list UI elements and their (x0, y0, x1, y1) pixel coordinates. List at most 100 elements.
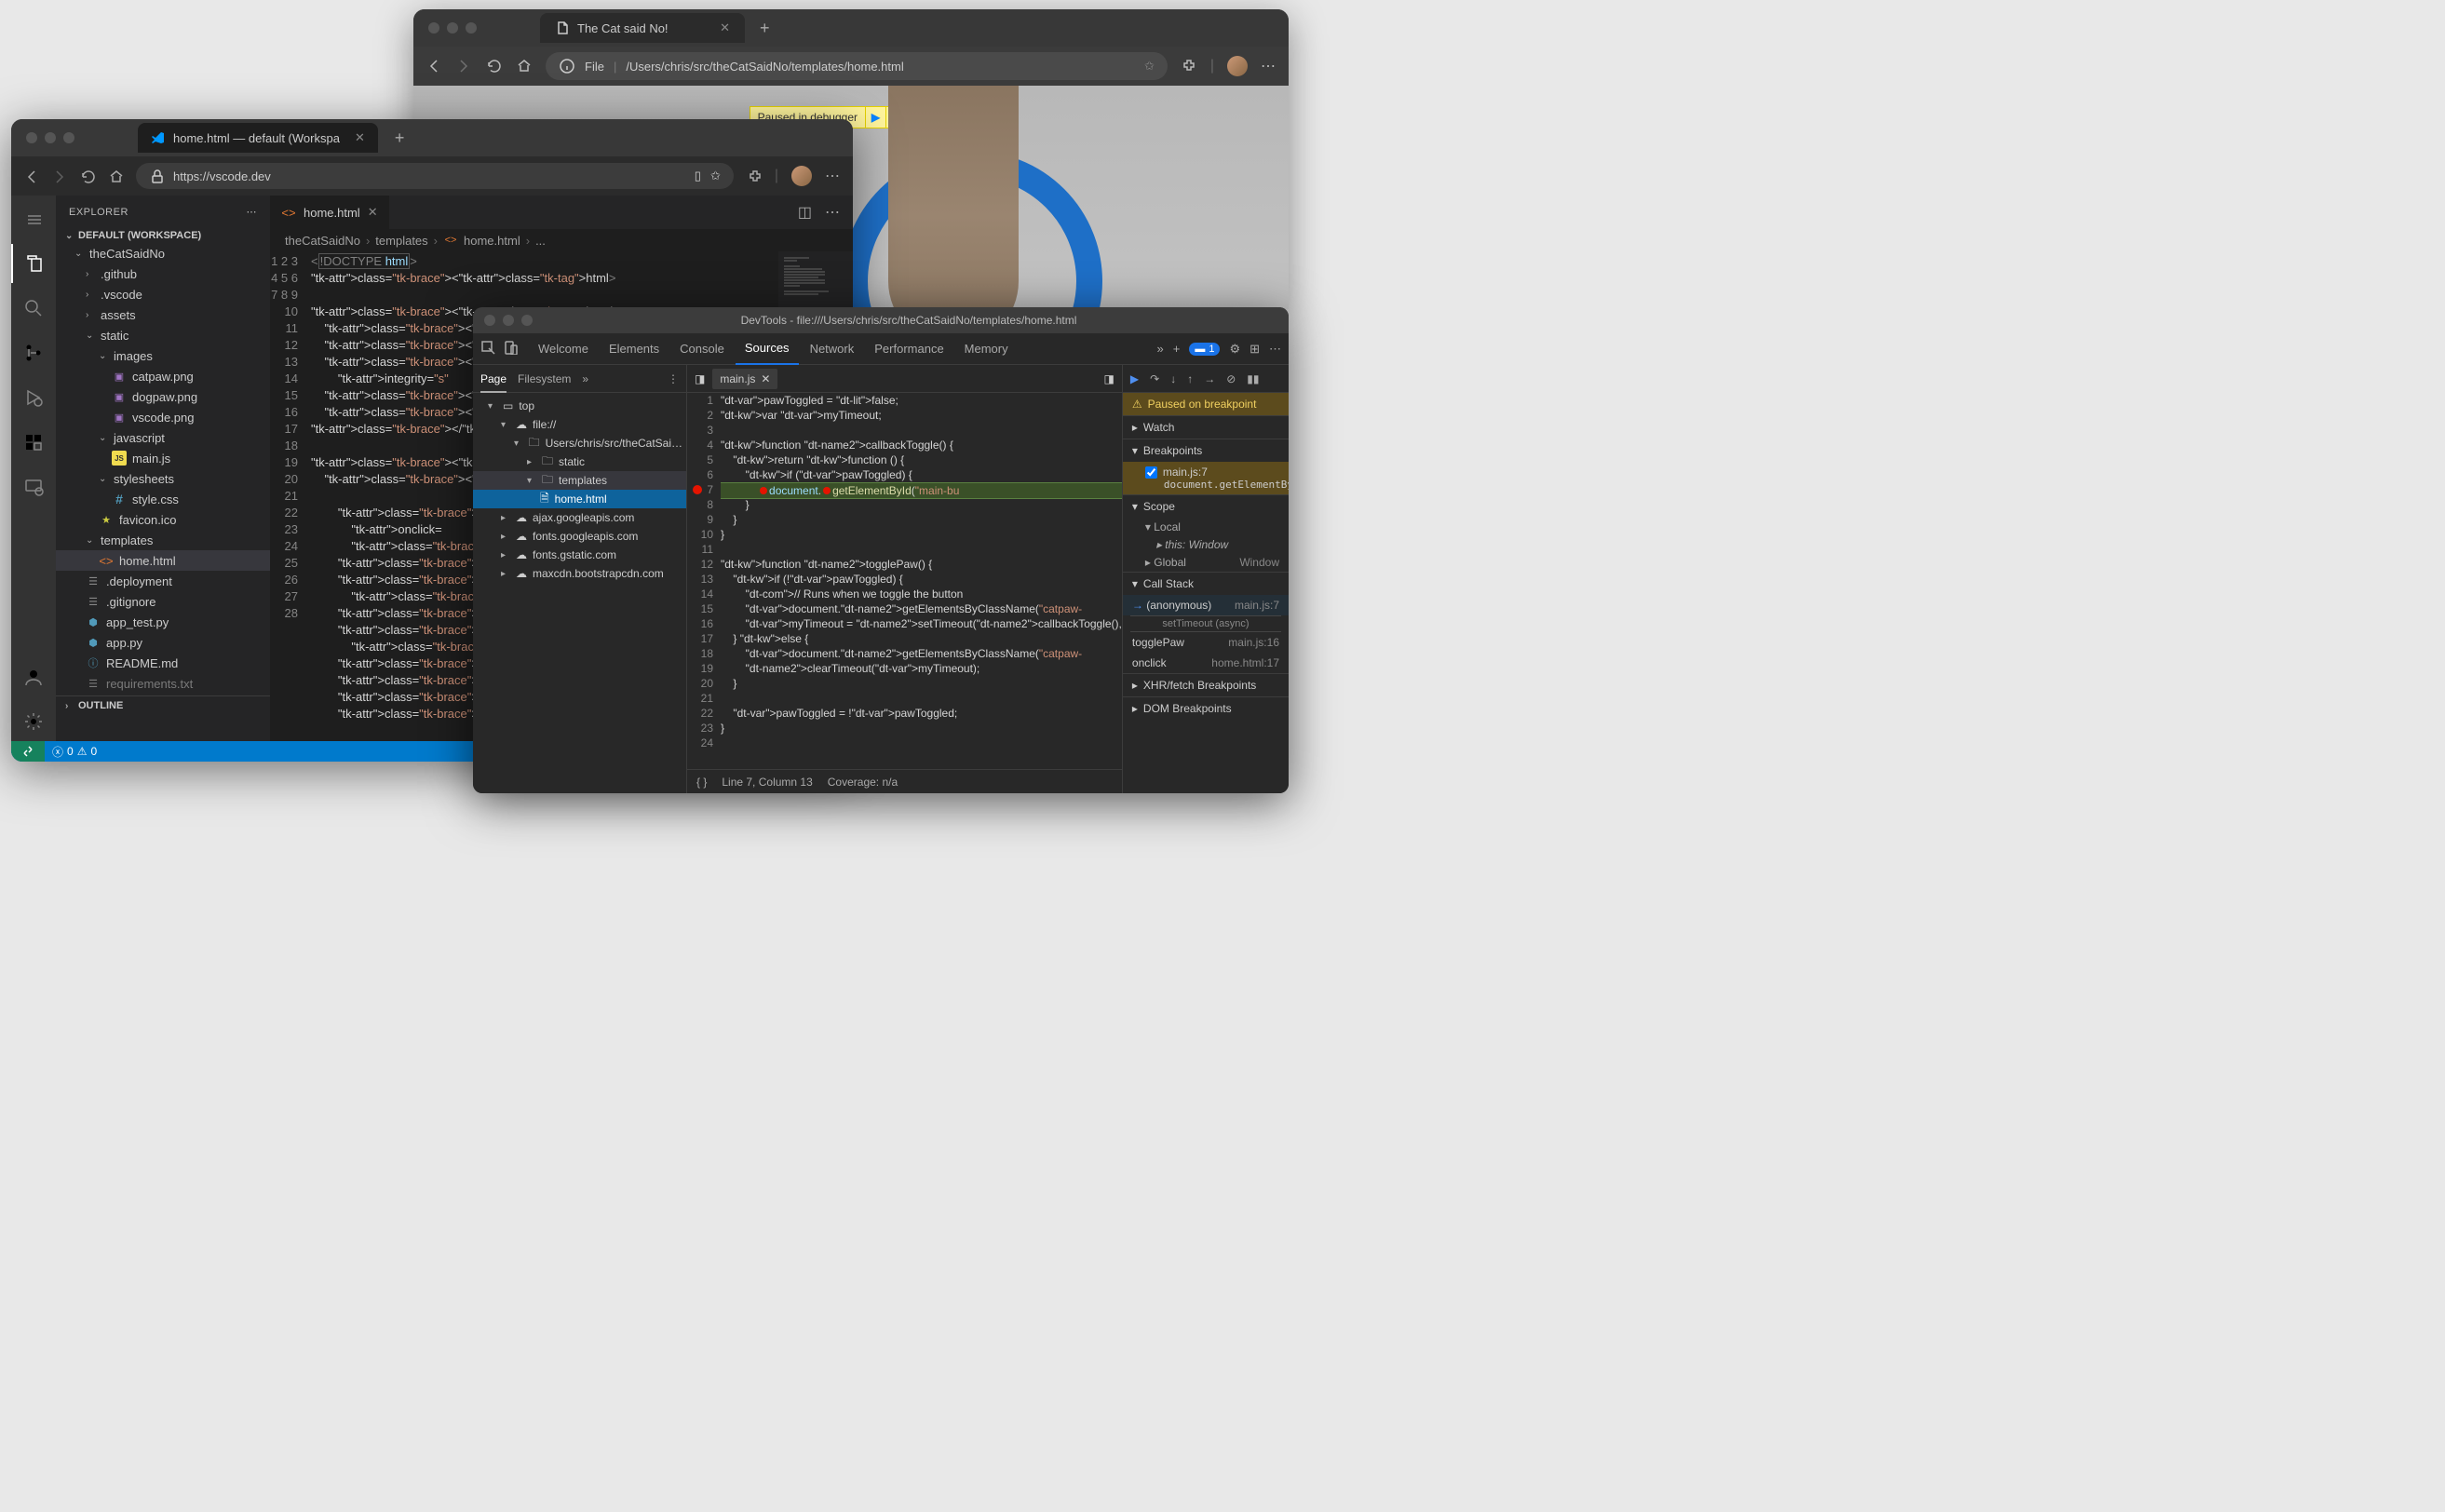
resume-button[interactable]: ▶ (865, 107, 885, 128)
account-icon[interactable] (11, 657, 56, 696)
toggle-icon[interactable]: ◨ (1104, 372, 1114, 385)
run-debug-icon[interactable] (11, 378, 56, 417)
tree-file[interactable]: ▣vscode.png (56, 407, 270, 427)
more-icon[interactable]: ⋯ (825, 203, 840, 222)
traffic-close[interactable] (428, 22, 439, 34)
traffic-close[interactable] (484, 315, 495, 326)
tree-file[interactable]: ▣dogpaw.png (56, 386, 270, 407)
tab-sources[interactable]: Sources (736, 333, 799, 365)
tree-folder[interactable]: ⌄images (56, 345, 270, 366)
traffic-zoom[interactable] (466, 22, 477, 34)
tree-folder[interactable]: ▸🗀static (473, 452, 686, 471)
pause-exceptions-icon[interactable]: ▮▮ (1247, 372, 1259, 385)
step-into-icon[interactable]: ↓ (1170, 372, 1176, 385)
tree-folder[interactable]: ⌄templates (56, 530, 270, 550)
split-icon[interactable]: ◫ (798, 203, 812, 222)
reader-icon[interactable]: ▯ (695, 169, 701, 183)
tree-file[interactable]: ☰.deployment (56, 571, 270, 591)
inspect-icon[interactable] (480, 340, 495, 358)
more-icon[interactable]: ⋯ (825, 167, 840, 185)
breadcrumb-item[interactable]: ... (535, 234, 546, 248)
breadcrumb-item[interactable]: templates (375, 234, 427, 248)
tree-folder[interactable]: ⌄theCatSaidNo (56, 243, 270, 263)
forward-icon[interactable] (456, 58, 473, 74)
editor-tab[interactable]: <> home.html ✕ (270, 196, 390, 229)
remote-explorer-icon[interactable] (11, 467, 56, 506)
close-icon[interactable]: ✕ (720, 20, 730, 35)
device-icon[interactable] (503, 340, 518, 358)
tree-file[interactable]: ☰requirements.txt (56, 673, 270, 694)
tree-folder[interactable]: ›.github (56, 263, 270, 284)
scope-section[interactable]: ▾Scope (1123, 494, 1289, 518)
tree-file-selected[interactable]: <>home.html (56, 550, 270, 571)
extensions-icon[interactable] (747, 169, 762, 183)
deactivate-bp-icon[interactable]: ⊘ (1226, 372, 1236, 385)
subtab-filesystem[interactable]: Filesystem (518, 372, 571, 385)
breadcrumb[interactable]: theCatSaidNo› templates› <> home.html› .… (270, 229, 853, 251)
tree-folder[interactable]: ▾🗀Users/chris/src/theCatSaidNo (473, 434, 686, 452)
back-icon[interactable] (24, 169, 39, 183)
traffic-zoom[interactable] (63, 132, 74, 143)
more-icon[interactable]: ⋯ (1269, 342, 1281, 357)
forward-icon[interactable] (52, 169, 67, 183)
address-bar[interactable]: File | /Users/chris/src/theCatSaidNo/tem… (546, 52, 1168, 80)
chevron-icon[interactable]: » (582, 372, 588, 385)
step-icon[interactable]: → (1204, 372, 1215, 385)
close-icon[interactable]: ✕ (761, 372, 770, 385)
traffic-close[interactable] (26, 132, 37, 143)
tree-folder[interactable]: ⌄javascript (56, 427, 270, 448)
traffic-minimize[interactable] (45, 132, 56, 143)
more-icon[interactable]: ⋯ (1261, 57, 1276, 75)
breakpoints-section[interactable]: ▾Breakpoints (1123, 439, 1289, 462)
source-code[interactable]: 123456789101112131415161718192021222324 … (687, 393, 1122, 769)
home-icon[interactable] (516, 58, 533, 74)
new-tab-button[interactable]: + (760, 19, 770, 38)
tree-folder[interactable]: ⌄stylesheets (56, 468, 270, 489)
callstack-section[interactable]: ▾Call Stack (1123, 572, 1289, 595)
more-icon[interactable]: ⋮ (668, 372, 679, 385)
tab-console[interactable]: Console (670, 333, 734, 365)
watch-section[interactable]: ▸Watch (1123, 415, 1289, 439)
refresh-icon[interactable] (486, 58, 503, 74)
subtab-page[interactable]: Page (480, 372, 507, 393)
breadcrumb-item[interactable]: theCatSaidNo (285, 234, 360, 248)
scope-global[interactable]: ▸ GlobalWindow (1123, 553, 1289, 572)
breadcrumb-item[interactable]: home.html (464, 234, 520, 248)
dock-icon[interactable]: ◨ (695, 372, 705, 385)
tree-file[interactable]: ▣catpaw.png (56, 366, 270, 386)
step-over-icon[interactable]: ↷ (1150, 372, 1159, 385)
tree-file[interactable]: ☰.gitignore (56, 591, 270, 612)
dom-section[interactable]: ▸DOM Breakpoints (1123, 696, 1289, 720)
refresh-icon[interactable] (80, 169, 95, 183)
close-icon[interactable]: ✕ (368, 205, 378, 220)
xhr-section[interactable]: ▸XHR/fetch Breakpoints (1123, 673, 1289, 696)
scope-this[interactable]: ▸ this: Window (1123, 536, 1289, 553)
tab-performance[interactable]: Performance (865, 333, 952, 365)
resume-icon[interactable]: ▶ (1130, 372, 1139, 385)
outline-section[interactable]: ›OUTLINE (56, 695, 270, 713)
workspace-section[interactable]: ⌄DEFAULT (WORKSPACE) (56, 228, 270, 243)
tree-origin[interactable]: ▸☁fonts.googleapis.com (473, 527, 686, 546)
extensions-icon[interactable] (1181, 58, 1197, 74)
explorer-icon[interactable] (11, 244, 56, 283)
traffic-minimize[interactable] (503, 315, 514, 326)
plus-icon[interactable]: + (1173, 342, 1181, 356)
breakpoint-item[interactable]: main.js:7 document.getElementById(... (1123, 462, 1289, 494)
tree-file[interactable]: ★favicon.ico (56, 509, 270, 530)
traffic-zoom[interactable] (521, 315, 533, 326)
extensions-view-icon[interactable] (11, 423, 56, 462)
browser-tab[interactable]: The Cat said No! ✕ (540, 13, 745, 43)
new-tab-button[interactable]: + (395, 128, 405, 148)
tree-folder[interactable]: ⌄static (56, 325, 270, 345)
search-icon[interactable] (11, 289, 56, 328)
pretty-print-icon[interactable]: { } (696, 776, 707, 789)
tab-network[interactable]: Network (801, 333, 864, 365)
tree-file-selected[interactable]: 🗎home.html (473, 490, 686, 508)
tree-origin[interactable]: ▸☁fonts.gstatic.com (473, 546, 686, 564)
step-out-icon[interactable]: ↑ (1187, 372, 1193, 385)
tree-top[interactable]: ▾▭top (473, 397, 686, 415)
remote-indicator[interactable] (11, 741, 45, 762)
more-icon[interactable]: ⋯ (247, 206, 258, 218)
favorite-icon[interactable]: ✩ (710, 169, 721, 183)
favorite-icon[interactable]: ✩ (1144, 59, 1155, 74)
